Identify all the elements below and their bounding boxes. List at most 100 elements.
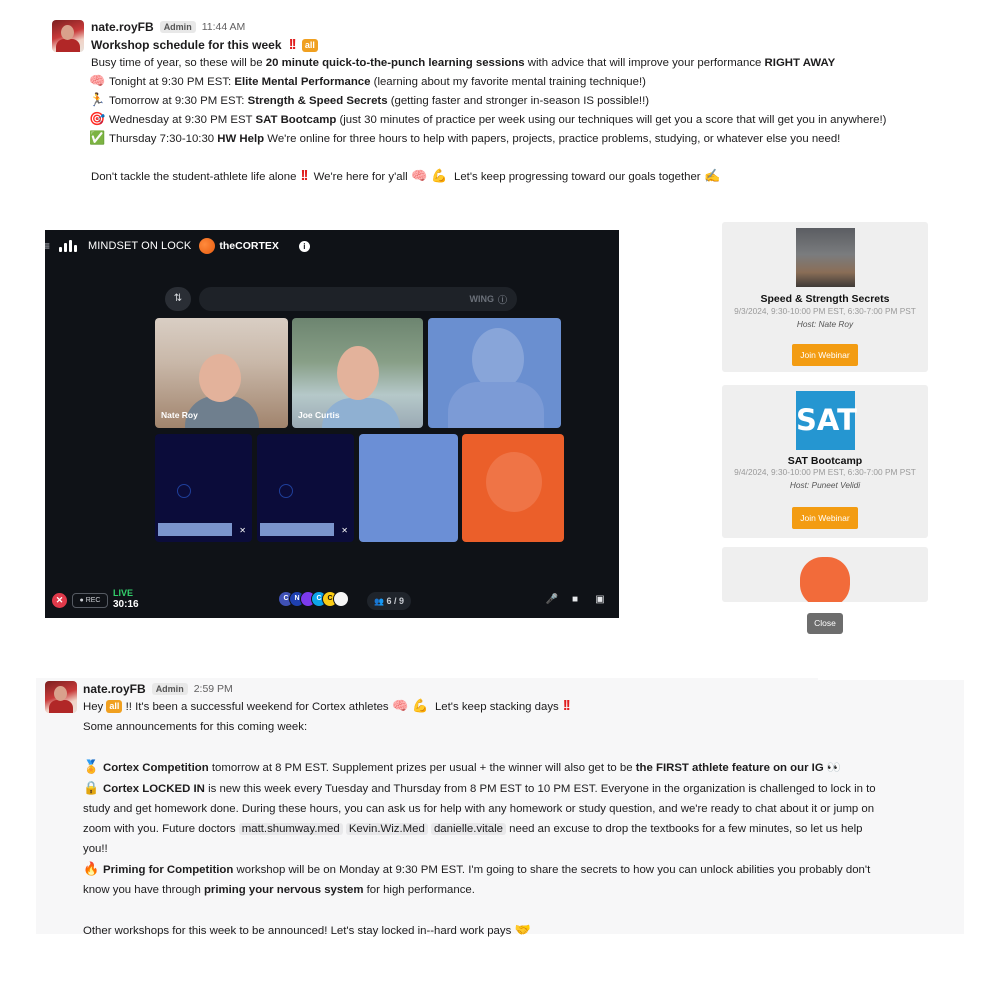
item-text: Thursday 7:30-10:30 [109, 133, 218, 145]
announcement-text: know you have through [83, 884, 204, 896]
item-text: Tomorrow at 9:30 PM EST: [109, 95, 248, 107]
record-button[interactable]: ● REC [72, 593, 108, 608]
timestamp[interactable]: 2:59 PM [194, 683, 233, 695]
all-mention[interactable]: all [106, 700, 123, 713]
announcement-bold: Cortex LOCKED IN [103, 783, 205, 795]
schedule-item: 🏃 Tomorrow at 9:30 PM EST: Strength & Spe… [89, 91, 991, 110]
greeting-text: Hey [83, 701, 107, 713]
participant-name: Nate Roy [161, 410, 198, 420]
room-title: MINDSET ON LOCK [88, 240, 192, 252]
video-controls: ✕ ● REC LIVE 30:16 CNCC 👥 6 / 9 🎤 ■ ▣ [45, 584, 619, 618]
participant-face [199, 354, 241, 402]
closing-line: Don't tackle the student-athlete life al… [91, 167, 991, 186]
webinar-card [722, 547, 928, 602]
item-text: (getting faster and stronger in-season I… [387, 95, 650, 107]
participant-name: Joe Curtis [298, 410, 340, 420]
participant-avatar[interactable] [333, 591, 349, 607]
announcement-text: zoom with you. Future doctors [83, 823, 239, 835]
webinar-card: Speed & Strength Secrets 9/3/2024, 9:30-… [722, 222, 928, 372]
user-mention[interactable]: danielle.vitale [430, 823, 506, 835]
user-avatar[interactable] [45, 681, 77, 713]
announcement-line: know you have through priming your nervo… [83, 880, 963, 900]
message-header: nate.royFB Admin 2:59 PM [83, 681, 963, 696]
final-line: Other workshops for this week to be anno… [83, 920, 963, 941]
cortex-logo: theCORTEX [199, 238, 279, 254]
eyes-icon: 👀 [826, 762, 842, 774]
double-exclamation-icon: !! [300, 167, 308, 184]
announcement-text: for high performance. [363, 884, 475, 896]
message-header: nate.royFB Admin 11:44 AM [91, 18, 991, 36]
end-call-button[interactable]: ✕ [52, 593, 67, 608]
participant-tile[interactable] [462, 434, 564, 542]
participant-face [337, 346, 379, 400]
final-text: Other workshops for this week to be anno… [83, 925, 512, 937]
screen-share-button[interactable]: ▣ [593, 593, 607, 607]
item-text: We're online for three hours to help wit… [264, 133, 841, 145]
webinar-title: SAT Bootcamp [787, 455, 863, 467]
announcements-intro: Some announcements for this coming week: [83, 721, 308, 733]
user-mention[interactable]: Kevin.Wiz.Med [345, 823, 428, 835]
user-avatar[interactable] [52, 20, 84, 52]
intro-text: Busy time of year, so these will be [91, 57, 266, 69]
close-button[interactable]: Close [807, 613, 843, 634]
camera-button[interactable]: ■ [568, 593, 582, 607]
microphone-button[interactable]: 🎤 [545, 593, 559, 607]
webinar-title: Speed & Strength Secrets [760, 293, 890, 305]
schedule-item: 🧠 Tonight at 9:30 PM EST: Elite Mental Pe… [89, 72, 991, 91]
brain-icon: 🧠 [89, 73, 106, 88]
item-text: (learning about my favorite mental train… [370, 76, 646, 88]
video-top-bar: ≡ MINDSET ON LOCK theCORTEX i [45, 230, 619, 262]
participant-tile[interactable]: ✕ [257, 434, 354, 542]
medal-icon: 🏅 [83, 759, 100, 774]
info-icon[interactable]: i [298, 240, 310, 252]
live-indicator: LIVE [113, 588, 134, 598]
cortex-brand-text: theCORTEX [219, 240, 279, 252]
webinar-card: SAT SAT Bootcamp 9/4/2024, 9:30-10:00 PM… [722, 385, 928, 538]
schedule-item: 🎯 Wednesday at 9:30 PM EST SAT Bootcamp (… [89, 110, 991, 129]
participant-tile[interactable]: Nate Roy [155, 318, 288, 428]
announcement-text: you!! [83, 843, 108, 855]
greeting-text: Let's keep stacking days [431, 701, 559, 713]
camera-off-indicator [177, 484, 191, 498]
lock-icon: 🔒 [83, 780, 100, 795]
message-title: Workshop schedule for this week [91, 38, 282, 52]
intro-text-mid: with advice that will improve your perfo… [524, 57, 765, 69]
writing-hand-icon: ✍ [704, 168, 721, 183]
item-text: Wednesday at 9:30 PM EST [109, 114, 256, 126]
user-mention[interactable]: matt.shumway.med [238, 823, 343, 835]
filter-button[interactable]: ⇅ [165, 287, 191, 311]
participant-count[interactable]: 👥 6 / 9 [367, 592, 411, 610]
participant-tile[interactable] [359, 434, 458, 542]
item-bold: SAT Bootcamp [255, 114, 337, 126]
participant-avatars[interactable]: CNCC [278, 591, 349, 611]
join-webinar-button[interactable]: Join Webinar [792, 344, 858, 366]
search-field[interactable]: WING ⓘ [199, 287, 517, 311]
username[interactable]: nate.royFB [83, 682, 146, 696]
greeting-line: Hey all !! It's been a successful weeken… [83, 696, 963, 717]
all-mention[interactable]: all [301, 39, 318, 52]
announcement-bold: priming your nervous system [203, 884, 364, 896]
name-bar [260, 523, 334, 536]
join-webinar-button[interactable]: Join Webinar [792, 507, 858, 529]
announcement-text: tomorrow at 8 PM EST. Supplement prizes … [208, 762, 636, 774]
announcement-item: 🏅 Cortex Competition tomorrow at 8 PM EST… [83, 757, 963, 778]
participant-tile[interactable]: ✕ [155, 434, 252, 542]
brain-icon [800, 557, 850, 602]
sat-thumbnail: SAT [796, 391, 857, 450]
participant-face [472, 328, 524, 390]
announcement-bold: the FIRST athlete feature on our IG [635, 762, 824, 774]
username[interactable]: nate.royFB [91, 20, 154, 34]
participant-count-text: 6 / 9 [386, 596, 404, 606]
message-body: nate.royFB Admin 2:59 PM Hey all !! It's… [83, 681, 963, 941]
schedule-item: ✅ Thursday 7:30-10:30 HW Help We're onlin… [89, 129, 991, 148]
intro-line: Busy time of year, so these will be 20 m… [91, 55, 991, 72]
item-text: Tonight at 9:30 PM EST: [109, 76, 235, 88]
menu-icon[interactable]: ≡ [45, 239, 53, 253]
participant-tile[interactable] [428, 318, 561, 428]
participant-tile[interactable]: Joe Curtis [292, 318, 423, 428]
timestamp[interactable]: 11:44 AM [202, 21, 246, 33]
announcement-bold: Cortex Competition [103, 762, 209, 774]
people-icon: 👥 [374, 597, 384, 606]
